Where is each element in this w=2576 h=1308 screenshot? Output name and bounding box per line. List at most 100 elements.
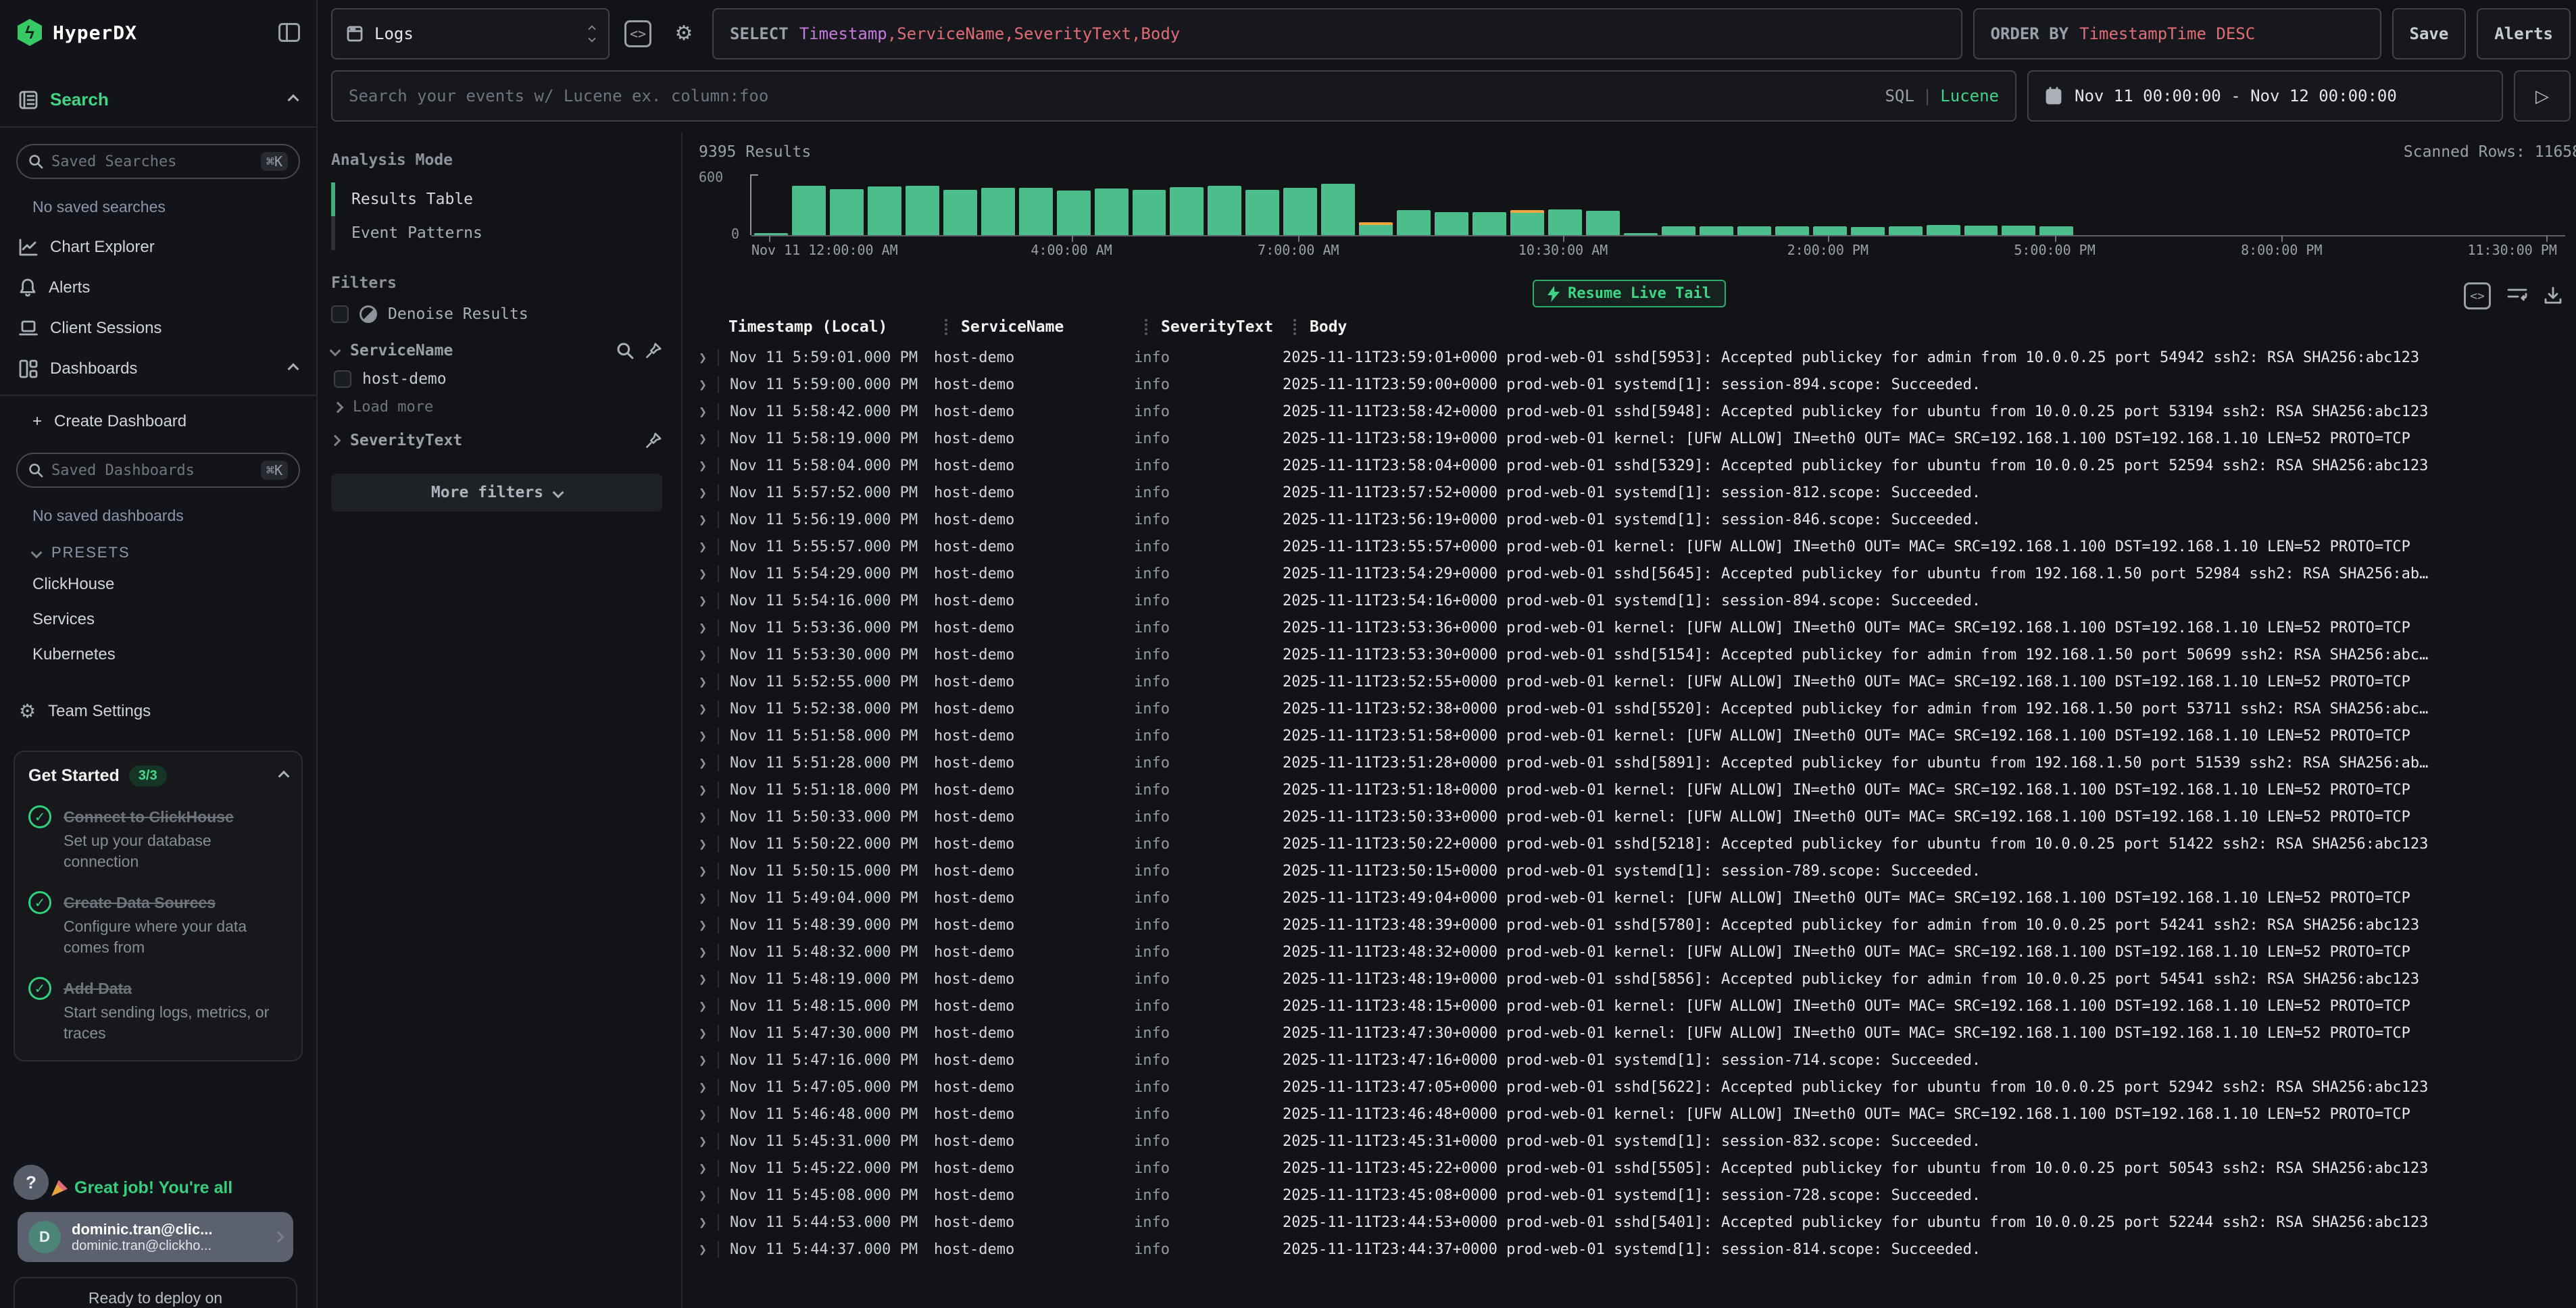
load-more-button[interactable]: Load more xyxy=(334,399,662,416)
histogram-bar[interactable] xyxy=(830,189,864,235)
table-row[interactable]: ❯Nov 11 5:58:04.000 PMhost-demoinfo2025-… xyxy=(683,452,2576,479)
histogram-bar[interactable] xyxy=(1170,187,1204,235)
date-range-picker[interactable]: Nov 11 00:00:00 - Nov 12 00:00:00 xyxy=(2027,70,2503,122)
table-row[interactable]: ❯Nov 11 5:55:57.000 PMhost-demoinfo2025-… xyxy=(683,533,2576,560)
histogram-bar[interactable] xyxy=(1208,186,1241,235)
sidebar-item-chart-explorer[interactable]: Chart Explorer xyxy=(0,227,316,268)
table-row[interactable]: ❯Nov 11 5:48:19.000 PMhost-demoinfo2025-… xyxy=(683,965,2576,992)
sidebar-collapse-icon[interactable] xyxy=(278,23,300,42)
histogram-bar[interactable] xyxy=(792,186,826,236)
pin-icon[interactable] xyxy=(645,342,662,359)
histogram-bar[interactable] xyxy=(868,186,901,235)
table-row[interactable]: ❯Nov 11 5:50:33.000 PMhost-demoinfo2025-… xyxy=(683,803,2576,830)
table-row[interactable]: ❯Nov 11 5:44:37.000 PMhost-demoinfo2025-… xyxy=(683,1236,2576,1263)
histogram-bar[interactable] xyxy=(1283,188,1317,236)
histogram-bar[interactable] xyxy=(2002,226,2035,235)
get-started-item[interactable]: ✓Connect to ClickHouseSet up your databa… xyxy=(28,803,288,872)
service-option-host-demo[interactable]: host-demo xyxy=(334,370,662,388)
histogram-bar[interactable] xyxy=(1510,210,1544,236)
histogram-bar[interactable] xyxy=(943,190,977,235)
filter-group-severitytext[interactable]: SeverityText xyxy=(331,432,662,449)
checkbox[interactable] xyxy=(331,305,349,323)
table-row[interactable]: ❯Nov 11 5:45:31.000 PMhost-demoinfo2025-… xyxy=(683,1128,2576,1155)
download-icon[interactable] xyxy=(2544,286,2562,305)
table-row[interactable]: ❯Nov 11 5:49:04.000 PMhost-demoinfo2025-… xyxy=(683,884,2576,911)
histogram-bar[interactable] xyxy=(1472,212,1506,236)
table-row[interactable]: ❯Nov 11 5:45:08.000 PMhost-demoinfo2025-… xyxy=(683,1182,2576,1209)
histogram-bar[interactable] xyxy=(1813,226,1847,235)
sidebar-item-alerts[interactable]: Alerts xyxy=(0,268,316,308)
checkbox[interactable] xyxy=(334,370,351,388)
save-button[interactable]: Save xyxy=(2392,8,2467,59)
column-body[interactable]: Body xyxy=(1293,318,2576,336)
column-severitytext[interactable]: SeverityText xyxy=(1145,318,1293,336)
histogram-bar[interactable] xyxy=(1057,191,1091,235)
histogram-bar[interactable] xyxy=(1435,212,1468,235)
source-select[interactable]: Logs xyxy=(331,8,610,59)
presets-header[interactable]: PRESETS xyxy=(0,536,316,567)
histogram-bar[interactable] xyxy=(1095,188,1129,235)
table-row[interactable]: ❯Nov 11 5:58:19.000 PMhost-demoinfo2025-… xyxy=(683,425,2576,452)
histogram-bar[interactable] xyxy=(981,188,1015,235)
get-started-item[interactable]: ✓Add DataStart sending logs, metrics, or… xyxy=(28,974,288,1044)
table-row[interactable]: ❯Nov 11 5:59:00.000 PMhost-demoinfo2025-… xyxy=(683,371,2576,398)
table-row[interactable]: ❯Nov 11 5:45:22.000 PMhost-demoinfo2025-… xyxy=(683,1155,2576,1182)
table-row[interactable]: ❯Nov 11 5:47:30.000 PMhost-demoinfo2025-… xyxy=(683,1020,2576,1047)
saved-searches-input[interactable]: Saved Searches ⌘K xyxy=(16,144,300,179)
histogram-bar[interactable] xyxy=(1737,226,1771,235)
alerts-button[interactable]: Alerts xyxy=(2477,8,2571,59)
table-row[interactable]: ❯Nov 11 5:52:55.000 PMhost-demoinfo2025-… xyxy=(683,668,2576,695)
help-button[interactable]: ? xyxy=(14,1165,49,1200)
histogram-bar[interactable] xyxy=(1889,226,1923,235)
column-resize-handle[interactable] xyxy=(1293,319,1296,335)
table-row[interactable]: ❯Nov 11 5:51:18.000 PMhost-demoinfo2025-… xyxy=(683,776,2576,803)
sidebar-item-team-settings[interactable]: ⚙ Team Settings xyxy=(0,691,316,732)
table-row[interactable]: ❯Nov 11 5:56:19.000 PMhost-demoinfo2025-… xyxy=(683,506,2576,533)
pin-icon[interactable] xyxy=(645,432,662,449)
histogram-bar[interactable] xyxy=(1397,210,1431,235)
run-query-button[interactable]: ▷ xyxy=(2514,70,2571,122)
histogram-bar[interactable] xyxy=(1662,226,1695,235)
table-row[interactable]: ❯Nov 11 5:48:15.000 PMhost-demoinfo2025-… xyxy=(683,992,2576,1020)
histogram-bar[interactable] xyxy=(1321,184,1355,236)
histogram-bar[interactable] xyxy=(2039,226,2073,235)
wrap-lines-icon[interactable] xyxy=(2507,287,2527,305)
histogram-bar[interactable] xyxy=(1851,227,1885,235)
table-code-icon[interactable]: <> xyxy=(2464,282,2491,309)
mode-results-table[interactable]: Results Table xyxy=(331,182,662,216)
histogram-bar[interactable] xyxy=(1927,225,1960,235)
table-row[interactable]: ❯Nov 11 5:57:52.000 PMhost-demoinfo2025-… xyxy=(683,479,2576,506)
edit-sql-button[interactable]: <> xyxy=(620,16,655,51)
table-row[interactable]: ❯Nov 11 5:44:53.000 PMhost-demoinfo2025-… xyxy=(683,1209,2576,1236)
chevron-up-icon[interactable] xyxy=(278,770,290,782)
mode-event-patterns[interactable]: Event Patterns xyxy=(331,216,662,250)
histogram-bar[interactable] xyxy=(1245,190,1279,236)
table-row[interactable]: ❯Nov 11 5:50:22.000 PMhost-demoinfo2025-… xyxy=(683,830,2576,857)
sql-toggle[interactable]: SQL xyxy=(1885,86,1914,105)
histogram-bar[interactable] xyxy=(1359,222,1393,236)
chart-plot[interactable] xyxy=(750,174,2565,235)
saved-dashboards-input[interactable]: Saved Dashboards ⌘K xyxy=(16,453,300,488)
table-row[interactable]: ❯Nov 11 5:53:30.000 PMhost-demoinfo2025-… xyxy=(683,641,2576,668)
table-row[interactable]: ❯Nov 11 5:48:39.000 PMhost-demoinfo2025-… xyxy=(683,911,2576,938)
table-row[interactable]: ❯Nov 11 5:59:01.000 PMhost-demoinfo2025-… xyxy=(683,344,2576,371)
column-resize-handle[interactable] xyxy=(945,319,947,335)
user-menu[interactable]: D dominic.tran@clic... dominic.tran@clic… xyxy=(18,1212,293,1262)
column-servicename[interactable]: ServiceName xyxy=(945,318,1145,336)
histogram-bar[interactable] xyxy=(1586,211,1620,235)
histogram-bar[interactable] xyxy=(1548,209,1582,235)
histogram-bar[interactable] xyxy=(906,186,939,235)
table-row[interactable]: ❯Nov 11 5:51:28.000 PMhost-demoinfo2025-… xyxy=(683,749,2576,776)
lucene-toggle[interactable]: Lucene xyxy=(1940,86,1999,105)
histogram-bar[interactable] xyxy=(1964,226,1998,235)
preset-services[interactable]: Services xyxy=(0,602,316,637)
event-search-input[interactable]: Search your events w/ Lucene ex. column:… xyxy=(331,70,2016,122)
order-by-input[interactable]: ORDER BYTimestampTime DESC xyxy=(1973,8,2381,59)
table-row[interactable]: ❯Nov 11 5:58:42.000 PMhost-demoinfo2025-… xyxy=(683,398,2576,425)
filter-group-servicename[interactable]: ServiceName xyxy=(331,342,662,359)
get-started-item[interactable]: ✓Create Data SourcesConfigure where your… xyxy=(28,888,288,958)
preset-clickhouse[interactable]: ClickHouse xyxy=(0,567,316,602)
table-row[interactable]: ❯Nov 11 5:54:16.000 PMhost-demoinfo2025-… xyxy=(683,587,2576,614)
create-dashboard-button[interactable]: + Create Dashboard xyxy=(0,401,316,442)
table-row[interactable]: ❯Nov 11 5:47:05.000 PMhost-demoinfo2025-… xyxy=(683,1074,2576,1101)
